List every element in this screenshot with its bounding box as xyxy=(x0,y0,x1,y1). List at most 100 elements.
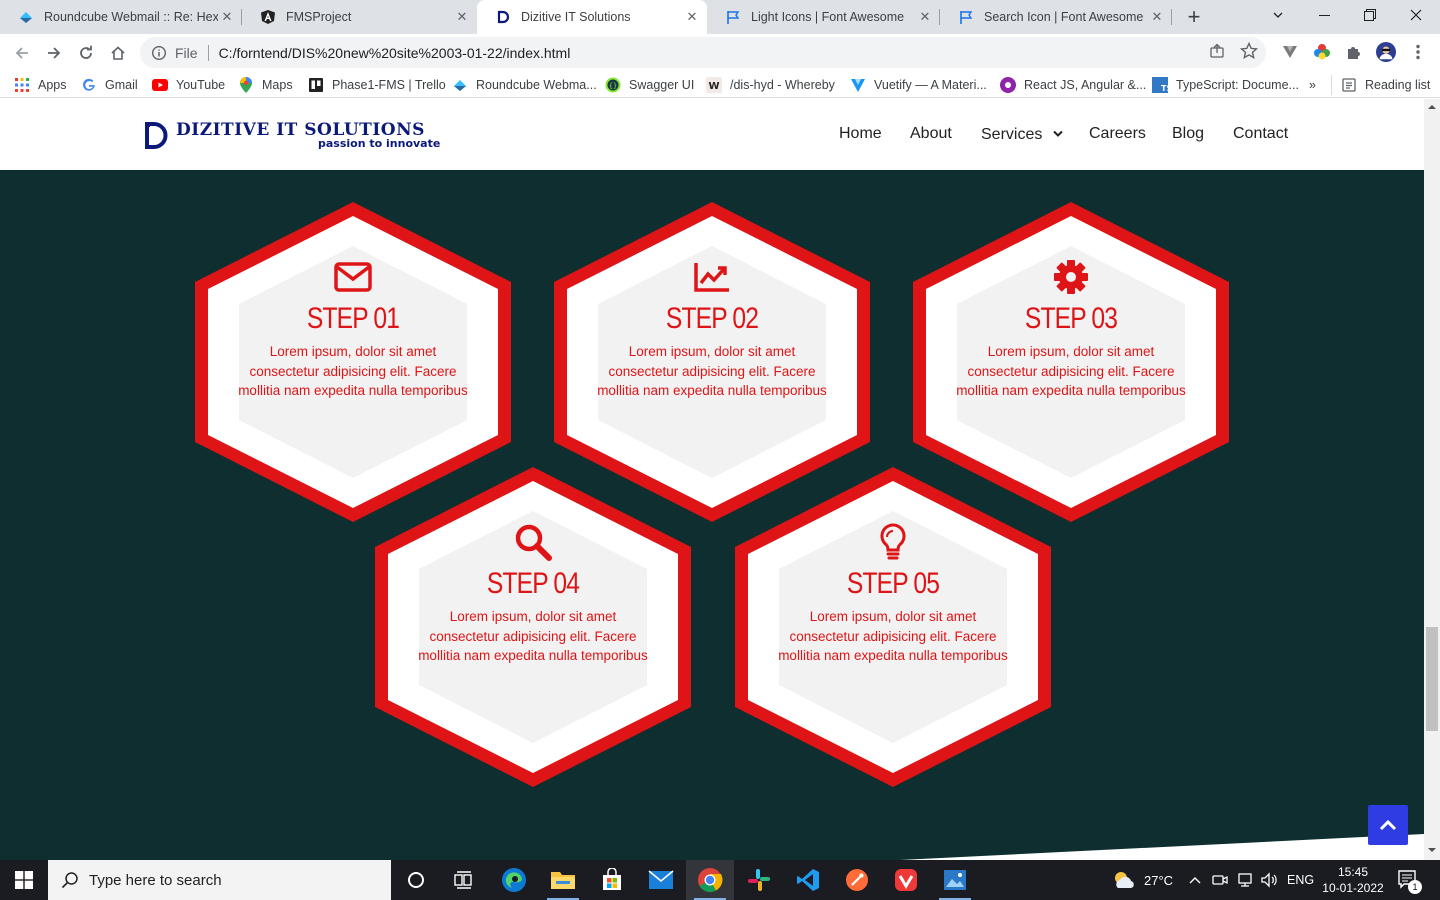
postman-taskbar-icon[interactable] xyxy=(833,860,881,900)
nav-careers[interactable]: Careers xyxy=(1089,125,1146,143)
input-language-button[interactable]: ENG xyxy=(1287,860,1314,900)
task-view-icon xyxy=(454,871,472,889)
tab-search-chevron-icon[interactable] xyxy=(1255,0,1301,30)
tab-fmsproject[interactable]: FMSProject ✕ xyxy=(242,0,477,34)
bookmarks-bar: Apps Gmail YouTube Maps Phase1-FMS | Tre… xyxy=(0,71,1440,98)
bookmark-label: TypeScript: Docume... xyxy=(1176,78,1299,92)
new-tab-button[interactable]: + xyxy=(1182,5,1206,29)
postman-icon xyxy=(846,869,868,891)
share-icon[interactable] xyxy=(1208,42,1226,60)
tab-dizitive[interactable]: Dizitive IT Solutions ✕ xyxy=(477,0,707,34)
nav-about[interactable]: About xyxy=(910,125,952,143)
roundcube-icon xyxy=(18,9,34,25)
tab-title: Light Icons | Font Awesome xyxy=(751,10,905,24)
network-button[interactable] xyxy=(1236,860,1254,900)
lightbulb-icon xyxy=(778,523,1008,561)
reading-list-button[interactable]: Reading list xyxy=(1331,75,1430,95)
bookmark-trello[interactable]: Phase1-FMS | Trello xyxy=(308,75,446,95)
step-text: Lorem ipsum, dolor sit amet consectetur … xyxy=(418,609,648,663)
close-window-button[interactable] xyxy=(1393,0,1439,30)
back-to-top-button[interactable] xyxy=(1368,805,1408,845)
bookmark-maps[interactable]: Maps xyxy=(238,75,293,95)
bookmark-vuetify[interactable]: Vuetify — A Materi... xyxy=(850,75,987,95)
close-icon[interactable]: ✕ xyxy=(683,9,701,25)
show-hidden-icons-button[interactable] xyxy=(1188,860,1202,900)
bookmark-youtube[interactable]: YouTube xyxy=(152,75,225,95)
tab-title: Dizitive IT Solutions xyxy=(521,10,631,24)
clock-button[interactable]: 15:45 10-01-2022 xyxy=(1320,860,1386,900)
photos-taskbar-icon[interactable] xyxy=(931,860,979,900)
nav-blog[interactable]: Blog xyxy=(1172,125,1204,143)
notifications-button[interactable]: 1 xyxy=(1398,860,1422,900)
edge-taskbar-icon[interactable] xyxy=(490,860,538,900)
weather-widget[interactable]: 27°C xyxy=(1112,860,1173,900)
chrome-taskbar-icon[interactable] xyxy=(686,860,734,900)
folder-icon xyxy=(551,872,575,889)
restore-button[interactable] xyxy=(1347,0,1393,30)
color-extension-icon[interactable] xyxy=(1312,42,1332,62)
slack-taskbar-icon[interactable] xyxy=(735,860,783,900)
home-button[interactable] xyxy=(105,40,131,66)
nav-services-label: Services xyxy=(981,126,1043,143)
meet-now-button[interactable] xyxy=(1212,860,1228,900)
gear-icon xyxy=(956,258,1186,296)
bookmark-whereby[interactable]: W /dis-hyd - Whereby xyxy=(706,75,835,95)
star-icon[interactable] xyxy=(1240,42,1258,60)
forward-button[interactable] xyxy=(41,40,67,66)
reload-button[interactable] xyxy=(73,40,99,66)
step-title: STEP 05 xyxy=(846,567,940,600)
vivaldi-icon xyxy=(895,869,917,891)
info-icon[interactable] xyxy=(151,45,167,61)
more-bookmarks-button[interactable]: » xyxy=(1309,75,1316,95)
google-icon xyxy=(81,77,97,93)
extensions-puzzle-icon[interactable] xyxy=(1344,42,1364,62)
mail-taskbar-icon[interactable] xyxy=(637,860,685,900)
tab-search-icon[interactable]: Search Icon | Font Awesome ✕ xyxy=(940,0,1172,34)
page-scrollbar[interactable] xyxy=(1424,99,1440,860)
avatar[interactable] xyxy=(1376,42,1396,62)
url-text[interactable]: C:/forntend/DIS%20new%20site%2003-01-22/… xyxy=(219,45,571,61)
bookmark-swagger[interactable]: {} Swagger UI xyxy=(605,75,694,95)
vuetify-extension-icon[interactable] xyxy=(1280,42,1300,62)
vscode-taskbar-icon[interactable] xyxy=(784,860,832,900)
task-view-button[interactable] xyxy=(440,860,488,900)
bookmark-react[interactable]: React JS, Angular &... xyxy=(1000,75,1146,95)
close-icon[interactable]: ✕ xyxy=(1148,9,1166,25)
bookmark-label: Maps xyxy=(262,78,293,92)
nav-services[interactable]: Services xyxy=(981,125,1063,144)
file-explorer-taskbar-icon[interactable] xyxy=(539,860,587,900)
bookmark-apps[interactable]: Apps xyxy=(14,75,67,95)
scrollbar-thumb[interactable] xyxy=(1426,627,1438,731)
start-button[interactable] xyxy=(0,860,48,900)
taskbar-search-input[interactable]: Type here to search xyxy=(48,860,391,900)
scroll-down-arrow-icon[interactable] xyxy=(1424,844,1440,856)
close-icon[interactable]: ✕ xyxy=(218,9,236,25)
bookmark-typescript[interactable]: TS TypeScript: Docume... xyxy=(1152,75,1299,95)
step-text: Lorem ipsum, dolor sit amet consectetur … xyxy=(778,609,1008,663)
tab-roundcube[interactable]: Roundcube Webmail :: Re: Hexa ✕ xyxy=(0,0,242,34)
bookmark-gmail[interactable]: Gmail xyxy=(81,75,138,95)
vivaldi-taskbar-icon[interactable] xyxy=(882,860,930,900)
cortana-button[interactable] xyxy=(392,860,440,900)
bookmark-label: Gmail xyxy=(105,78,138,92)
browser-toolbar: File C:/forntend/DIS%20new%20site%2003-0… xyxy=(0,34,1440,71)
minimize-button[interactable] xyxy=(1301,0,1347,30)
maps-pin-icon xyxy=(238,77,254,93)
step-card: STEP 05 Lorem ipsum, dolor sit amet cons… xyxy=(734,467,1052,787)
bookmark-roundcube[interactable]: Roundcube Webma... xyxy=(452,75,597,95)
nav-home[interactable]: Home xyxy=(839,125,882,143)
store-taskbar-icon[interactable] xyxy=(588,860,636,900)
flag-icon xyxy=(958,9,974,25)
back-button[interactable] xyxy=(9,40,35,66)
tab-strip: Roundcube Webmail :: Re: Hexa ✕ FMSProje… xyxy=(0,0,1440,34)
step-title: STEP 03 xyxy=(1024,302,1118,335)
envelope-icon xyxy=(238,258,468,296)
nav-contact[interactable]: Contact xyxy=(1233,125,1288,143)
tab-light-icons[interactable]: Light Icons | Font Awesome ✕ xyxy=(707,0,940,34)
menu-dots-icon[interactable] xyxy=(1408,42,1428,62)
close-icon[interactable]: ✕ xyxy=(916,9,934,25)
address-bar[interactable]: File C:/forntend/DIS%20new%20site%2003-0… xyxy=(140,37,1266,68)
scroll-up-arrow-icon[interactable] xyxy=(1424,101,1440,113)
volume-button[interactable] xyxy=(1260,860,1278,900)
close-icon[interactable]: ✕ xyxy=(453,9,471,25)
